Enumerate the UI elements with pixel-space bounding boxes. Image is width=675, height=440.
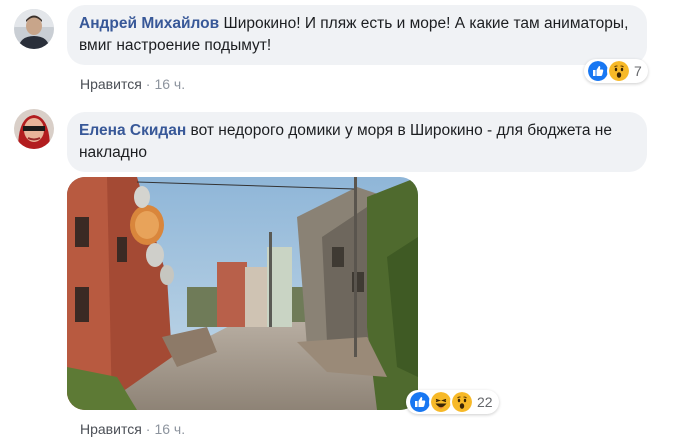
avatar[interactable] [14,109,54,149]
wow-icon [607,59,631,83]
street-photo-image [67,177,418,410]
comment-timestamp[interactable]: 16 ч. [154,76,185,92]
comment-bubble: Елена Скидан вот недорого домики у моря … [67,112,647,172]
reactions-summary[interactable]: 7 [584,59,648,83]
comment-actions: Нравится · 16 ч. [80,76,186,92]
comment-author[interactable]: Елена Скидан [79,122,186,139]
comment-author[interactable]: Андрей Михайлов [79,15,219,32]
comment-timestamp[interactable]: 16 ч. [154,421,185,437]
comment-bubble: Андрей Михайлов Широкино! И пляж есть и … [67,5,647,65]
avatar[interactable] [14,9,54,49]
reactions-summary[interactable]: 22 [406,390,499,414]
reaction-count: 7 [634,63,642,79]
reaction-count: 22 [477,394,493,410]
wow-icon [450,390,474,414]
like-button[interactable]: Нравится [80,421,142,437]
comment-photo[interactable] [67,177,418,410]
comment-actions: Нравится · 16 ч. [80,421,186,437]
like-button[interactable]: Нравится [80,76,142,92]
